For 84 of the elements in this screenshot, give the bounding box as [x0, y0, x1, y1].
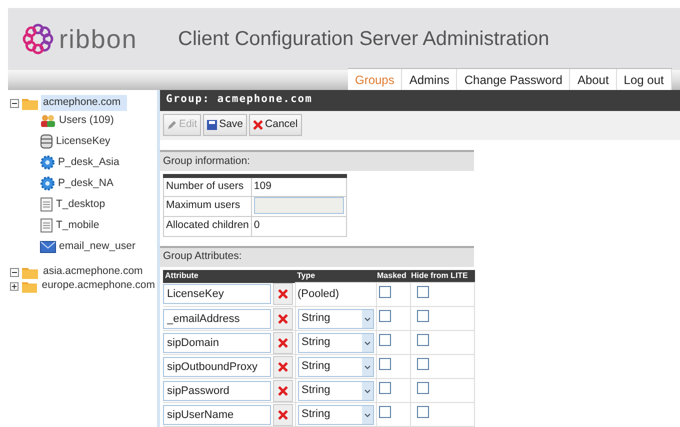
delete-button[interactable]	[273, 283, 293, 306]
tree-item[interactable]: P_desk_Asia	[58, 154, 120, 170]
folder-icon	[22, 96, 38, 110]
close-icon	[278, 289, 288, 300]
chevron-down-icon	[362, 310, 372, 328]
close-icon	[278, 362, 288, 372]
close-icon	[278, 338, 288, 348]
group-title: Group: acmephone.com	[166, 92, 312, 108]
collapse-icon[interactable]	[10, 98, 19, 108]
document-icon	[40, 218, 53, 233]
chevron-down-icon	[362, 334, 372, 352]
checkbox[interactable]	[416, 286, 428, 298]
type-dropdown[interactable]: String	[298, 404, 374, 424]
column-header: Type	[295, 270, 376, 282]
checkbox[interactable]	[378, 310, 390, 322]
type-dropdown[interactable]: String	[298, 356, 374, 376]
folder-icon	[22, 266, 38, 278]
chevron-down-icon	[362, 406, 372, 424]
type-dropdown[interactable]: String	[298, 308, 374, 328]
type-dropdown[interactable]: String	[298, 380, 374, 400]
attribute-name-field[interactable]: sipDomain	[163, 332, 271, 352]
table-cell: Maximum users	[164, 196, 252, 216]
close-icon	[253, 120, 264, 130]
tree-item[interactable]: asia.acmephone.com	[41, 264, 145, 280]
column-header: Masked	[376, 270, 410, 282]
attribute-name-field[interactable]: sipUserName	[163, 404, 271, 424]
users-icon	[40, 114, 56, 128]
checkbox[interactable]	[378, 358, 390, 370]
chevron-down-icon	[362, 358, 372, 376]
attribute-name-field[interactable]: sipPassword	[163, 380, 271, 400]
toolbar-button[interactable]: Save	[203, 114, 248, 136]
checkbox[interactable]	[416, 310, 428, 322]
database-icon	[40, 134, 53, 149]
checkbox[interactable]	[416, 406, 428, 418]
logo-text: ribbon	[59, 26, 138, 52]
input-field[interactable]	[254, 197, 344, 214]
toolbar-button[interactable]: Cancel	[249, 114, 302, 136]
tree-item[interactable]: acmephone.com	[41, 95, 127, 111]
checkbox[interactable]	[378, 382, 390, 394]
folder-icon	[22, 280, 37, 292]
type-dropdown[interactable]: String	[298, 332, 374, 352]
collapse-icon[interactable]	[10, 268, 19, 276]
gear-icon	[40, 155, 55, 170]
checkbox[interactable]	[378, 334, 390, 346]
checkbox[interactable]	[416, 334, 428, 346]
tree-item[interactable]: Users (109)	[59, 112, 114, 128]
column-header: Attribute	[163, 270, 295, 282]
attribute-name-field[interactable]: _emailAddress	[163, 308, 271, 328]
checkbox[interactable]	[416, 382, 428, 394]
app-title: Client Configuration Server Administration	[178, 27, 550, 52]
table-cell: 0	[254, 219, 260, 232]
close-icon	[278, 314, 288, 324]
attribute-name-field[interactable]: sipOutboundProxy	[163, 356, 271, 376]
pencil-icon	[167, 120, 177, 130]
checkbox[interactable]	[416, 358, 428, 370]
close-icon	[278, 386, 288, 396]
chevron-down-icon	[362, 382, 372, 400]
tree-item[interactable]: T_mobile	[56, 218, 100, 234]
tree-item[interactable]: europe.acmephone.com	[40, 278, 157, 294]
section-title: Group information:	[163, 154, 250, 169]
tree-item[interactable]: email_new_user	[59, 238, 136, 254]
tree-item[interactable]: P_desk_NA	[58, 176, 114, 192]
close-icon	[278, 410, 288, 420]
table-cell: Number of users	[164, 176, 252, 196]
email-icon	[40, 240, 56, 252]
delete-button[interactable]	[273, 332, 293, 354]
checkbox[interactable]	[378, 406, 390, 418]
table-cell: 109	[254, 180, 272, 192]
expand-icon[interactable]	[10, 282, 19, 290]
section-title: Group Attributes:	[163, 249, 242, 264]
document-icon	[40, 197, 53, 212]
logo-icon	[22, 23, 54, 55]
table-cell: Allocated children	[164, 216, 252, 236]
attribute-name-field[interactable]: LicenseKey	[163, 284, 271, 304]
column-header: Hide from LITE	[410, 270, 474, 282]
tree-item[interactable]: T_desktop	[56, 196, 106, 212]
checkbox[interactable]	[378, 286, 390, 298]
gear-icon	[40, 176, 55, 191]
delete-button[interactable]	[273, 308, 293, 330]
delete-button[interactable]	[273, 356, 293, 378]
type-text: (Pooled)	[298, 288, 340, 300]
delete-button[interactable]	[273, 380, 293, 402]
tree-item[interactable]: LicenseKey	[56, 134, 110, 150]
delete-button[interactable]	[273, 404, 293, 426]
